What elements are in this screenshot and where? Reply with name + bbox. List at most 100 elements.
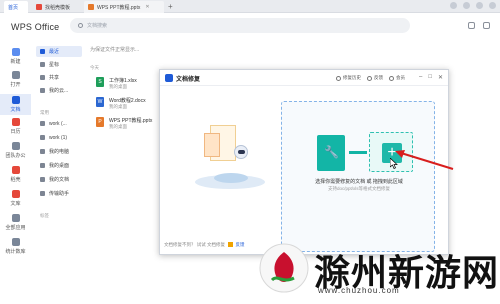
tab-ppt-tutorial[interactable]: WPS PPT教程.pptx ✕: [84, 1, 164, 13]
file-drop-zone[interactable]: 🔧 + 选择你需要修复的文档 或 拖拽到此区域 支持doc/ppt/xls等格式…: [281, 101, 435, 252]
file-location: 我的桌面: [109, 84, 127, 89]
feedback-button[interactable]: 反馈: [367, 75, 383, 81]
sidebar-item-cloud[interactable]: 我的云...: [36, 85, 82, 96]
feedback-icon: [228, 242, 234, 248]
dialog-window-controls: – □ ✕: [419, 74, 443, 81]
settings-icon[interactable]: [483, 22, 490, 29]
history-icon[interactable]: [468, 22, 475, 29]
cursor-icon: [390, 158, 398, 169]
transfer-icon: [40, 191, 45, 196]
section-label-tags: 标签: [40, 213, 49, 218]
close-icon[interactable]: ✕: [438, 74, 443, 81]
folder-icon: [11, 71, 20, 79]
repair-history-button[interactable]: 修复历史: [336, 75, 361, 81]
sidebar-item-shared[interactable]: 共享: [36, 72, 82, 83]
sidebar-item-work-1[interactable]: work (...: [36, 118, 82, 129]
member-button[interactable]: 会员: [389, 75, 405, 81]
annotation-arrow-icon: [395, 150, 454, 170]
arrow-connector: [349, 151, 367, 154]
tab-home[interactable]: 首页: [4, 1, 28, 13]
docer-icon: [36, 4, 42, 10]
feedback-link[interactable]: 反馈: [236, 242, 245, 247]
plus-icon: [11, 48, 20, 56]
folder-icon: [40, 177, 45, 182]
desktop-icon: [40, 163, 45, 168]
dialog-actions: 修复历史 反馈 会员: [336, 75, 405, 81]
sidebar-item-desktop[interactable]: 我的桌面: [36, 160, 82, 171]
file-name: 工作簿1.xlsx: [109, 78, 137, 84]
new-tab-button[interactable]: +: [168, 1, 173, 12]
docx-icon: W: [96, 97, 104, 107]
stats-icon: [11, 238, 20, 246]
action-label: 会员: [396, 75, 405, 80]
tab-docer-label: 找稻壳模板: [45, 4, 71, 11]
close-window-icon[interactable]: [489, 2, 496, 9]
search-placeholder: 文档搜索: [87, 23, 108, 29]
rail-library-label: 文库: [10, 201, 21, 207]
rail-calendar-label: 日历: [10, 129, 21, 135]
sidebar-item-label: 最近: [49, 49, 60, 55]
window-controls: [450, 2, 496, 9]
maximize-icon[interactable]: [476, 2, 483, 9]
sidebar-item-label: work (...: [49, 120, 67, 127]
repair-icon: [165, 74, 173, 82]
maximize-icon[interactable]: □: [428, 74, 432, 81]
dialog-titlebar: 文档修复 修复历史 反馈 会员 – □ ✕: [160, 70, 448, 86]
xlsx-icon: S: [96, 77, 104, 87]
sidebar-item-starred[interactable]: 星标: [36, 59, 82, 70]
history-icon: [336, 75, 341, 81]
sidebar-item-my-computer[interactable]: 我的电脑: [36, 146, 82, 157]
sidebar-item-label: work (1): [49, 134, 68, 141]
search-input[interactable]: 文档搜索: [70, 18, 410, 33]
rail-docer[interactable]: 稻壳: [0, 166, 31, 183]
file-name: WPS PPT教程.pptx: [109, 118, 153, 124]
tab-docer-templates[interactable]: 找稻壳模板: [32, 1, 80, 13]
rail-stats[interactable]: 统计数库: [0, 238, 31, 255]
header-tools: [468, 22, 490, 29]
list-header-today: 今天: [90, 65, 99, 70]
minimize-icon[interactable]: [463, 2, 470, 9]
sidebar-item-recent[interactable]: 最近: [36, 46, 82, 57]
sidebar-item-label: 我的桌面: [49, 163, 70, 169]
rail-calendar[interactable]: 日历: [0, 118, 31, 135]
watermark-url: www.chuzhou.com: [318, 286, 400, 295]
action-label: 修复历史: [343, 75, 361, 80]
sidebar-item-documents[interactable]: 我的文档: [36, 174, 82, 185]
feedback-icon: [367, 75, 372, 81]
pptx-icon: P: [96, 117, 104, 127]
app-logo: WPS Office: [11, 22, 60, 32]
dialog-footer: 文档修复不到？ 试试 文档修复 反馈: [164, 242, 245, 248]
main-hint: 为保证文件正常显示...: [90, 47, 140, 53]
illustration-document-back: [204, 133, 220, 157]
folder-icon: [40, 135, 45, 140]
tab-bar: 首页 找稻壳模板 WPS PPT教程.pptx ✕ +: [0, 0, 500, 13]
rail-new-label: 新建: [10, 59, 21, 65]
sidebar-item-label: 传输助手: [49, 191, 70, 197]
library-icon: [11, 190, 20, 198]
rail-new[interactable]: 新建: [0, 48, 31, 65]
dialog-title: 文档修复: [176, 77, 201, 83]
tab-ppt-label: WPS PPT教程.pptx: [97, 4, 141, 11]
rail-open[interactable]: 打开: [0, 71, 31, 88]
rail-apps[interactable]: 全部应用: [0, 214, 31, 231]
member-icon: [389, 75, 394, 81]
rail-team[interactable]: 团队办公: [0, 142, 31, 159]
tab-home-label: 首页: [8, 4, 19, 11]
watermark: 滁州新游网 www.chuzhou.com: [258, 240, 500, 300]
rail-documents[interactable]: 文档: [0, 94, 31, 115]
minimize-icon[interactable]: –: [419, 74, 422, 81]
rail-library[interactable]: 文库: [0, 190, 31, 207]
drop-zone-hint: 支持doc/ppt/xls等格式文档修复: [327, 186, 390, 191]
drop-zone-text: 选择你需要修复的文档 或 拖拽到此区域: [315, 179, 403, 185]
avatar-icon[interactable]: [450, 2, 457, 9]
file-sidebar: 最近 星标 共享 我的云... 常用 work (... work (1) 我的…: [34, 38, 84, 304]
sidebar-item-label: 我的云...: [49, 88, 69, 94]
close-tab-icon[interactable]: ✕: [145, 4, 149, 10]
apps-icon: [11, 214, 20, 222]
rail-team-label: 团队办公: [5, 153, 26, 159]
cloud-icon: [40, 88, 45, 93]
sidebar-item-work-2[interactable]: work (1): [36, 132, 82, 143]
docer-icon: [11, 166, 20, 174]
wrench-document-icon: 🔧: [317, 135, 345, 171]
sidebar-item-transfer[interactable]: 传输助手: [36, 188, 82, 199]
